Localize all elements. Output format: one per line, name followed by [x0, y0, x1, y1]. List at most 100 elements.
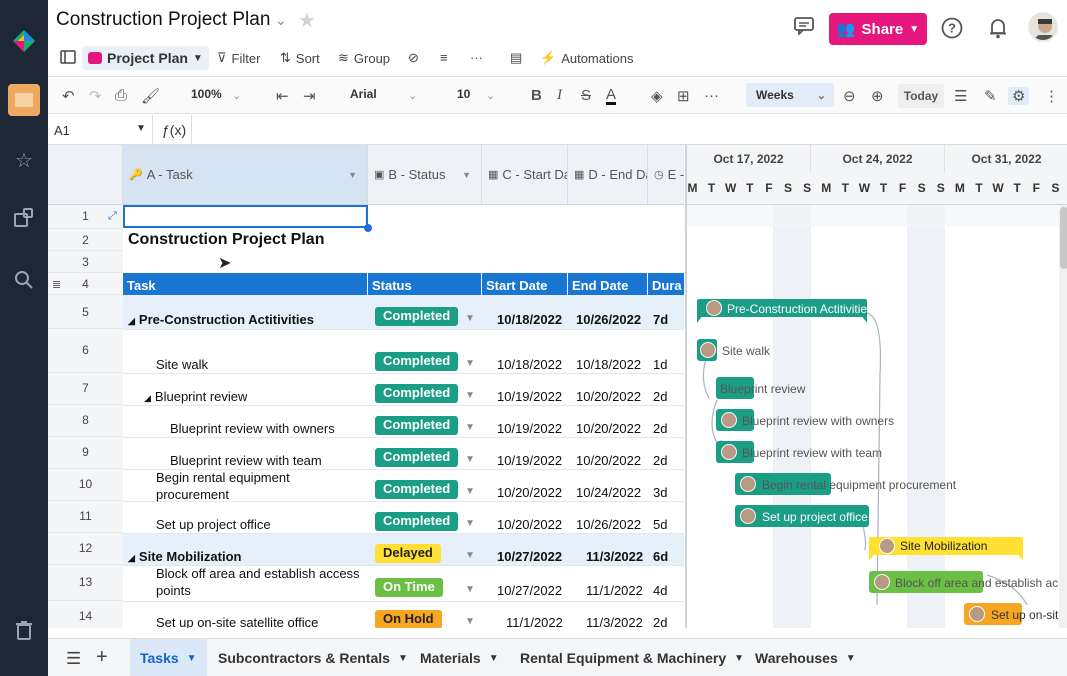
chevron-down-icon[interactable]: ⌄ — [408, 89, 417, 102]
user-avatar[interactable] — [1028, 12, 1058, 42]
row-number[interactable]: 2 — [48, 229, 123, 251]
row-number[interactable]: 5 — [48, 295, 123, 329]
settings-gear-icon[interactable]: ⚙ — [1008, 87, 1030, 105]
chevron-down-icon[interactable]: ▼ — [465, 550, 475, 561]
filter-button[interactable]: ⊽ Filter — [217, 50, 260, 66]
print-icon[interactable]: ⎙ — [115, 87, 127, 104]
expand-row-icon[interactable]: ⤢ — [108, 210, 117, 223]
start-date-cell[interactable]: 10/18/2022 — [497, 312, 562, 327]
header-duration[interactable]: Dura — [648, 273, 684, 295]
start-date-cell[interactable]: 10/20/2022 — [497, 485, 562, 500]
strikethrough-icon[interactable]: S — [581, 87, 591, 104]
task-cell-line2[interactable]: procurement — [156, 487, 229, 502]
undo-icon[interactable]: ↶ — [62, 87, 75, 105]
format-painter-icon[interactable]: 🖌 — [141, 87, 160, 105]
cell-reference[interactable]: A1 — [54, 123, 70, 138]
fill-handle[interactable] — [364, 224, 372, 232]
column-header-end-date[interactable]: ▦ D - End Da — [568, 145, 648, 205]
duration-cell[interactable]: 2d — [653, 389, 667, 404]
chevron-down-icon[interactable]: ⌄ — [275, 12, 287, 29]
collapse-triangle-icon[interactable]: ◢ — [128, 553, 135, 563]
end-date-cell[interactable]: 10/26/2022 — [576, 312, 641, 327]
smartsheet-logo-icon[interactable] — [0, 28, 48, 54]
chevron-down-icon[interactable]: ▼ — [465, 454, 475, 465]
header-start-date[interactable]: Start Date — [482, 273, 568, 295]
header-task[interactable]: Task — [123, 273, 368, 295]
duration-cell[interactable]: 1d — [653, 357, 667, 372]
chevron-down-icon[interactable]: ▼ — [465, 518, 475, 529]
favorites-star-icon[interactable]: ☆ — [0, 148, 48, 173]
start-date-cell[interactable]: 10/27/2022 — [497, 583, 562, 598]
column-header-status[interactable]: ▣ B - Status ▼ — [368, 145, 482, 205]
status-badge[interactable]: Completed — [375, 384, 459, 403]
tab-warehouses[interactable]: Warehouses ▼ — [745, 639, 866, 676]
row-number[interactable]: 9 — [48, 437, 123, 469]
status-badge[interactable]: Completed — [375, 307, 459, 326]
task-cell[interactable]: ◢ Blueprint review — [144, 389, 247, 404]
share-button[interactable]: 👥 Share ▼ — [829, 13, 927, 45]
chevron-down-icon[interactable]: ▼ — [465, 486, 475, 497]
status-badge[interactable]: Completed — [375, 416, 459, 435]
start-date-cell[interactable]: 10/27/2022 — [497, 549, 562, 564]
zoom-out-icon[interactable]: ⊖ — [843, 87, 856, 105]
bold-icon[interactable]: B — [531, 87, 542, 104]
chevron-down-icon[interactable]: ▼ — [465, 390, 475, 401]
task-cell-line2[interactable]: points — [156, 583, 191, 598]
more-vertical-icon[interactable]: ⋮ — [1044, 87, 1059, 105]
duration-cell[interactable]: 2d — [653, 615, 667, 628]
zoom-select[interactable]: 100% — [191, 87, 222, 101]
start-date-cell[interactable]: 11/1/2022 — [506, 615, 563, 628]
favorite-star-icon[interactable]: ★ — [298, 8, 316, 33]
brush-icon[interactable]: ✎ — [984, 87, 997, 105]
end-date-cell[interactable]: 10/24/2022 — [576, 485, 641, 500]
scrollbar-thumb[interactable] — [1060, 207, 1067, 269]
tab-rental-equipment[interactable]: Rental Equipment & Machinery ▼ — [510, 639, 754, 676]
status-badge[interactable]: Completed — [375, 512, 459, 531]
end-date-cell[interactable]: 11/3/2022 — [586, 615, 643, 628]
chevron-down-icon[interactable]: ⌄ — [486, 89, 495, 102]
sheet-heading[interactable]: Construction Project Plan — [128, 231, 324, 249]
end-date-cell[interactable]: 10/18/2022 — [576, 357, 641, 372]
text-color-icon[interactable]: A — [606, 87, 617, 105]
tab-materials[interactable]: Materials ▼ — [410, 639, 509, 676]
sort-button[interactable]: ⇅ Sort — [280, 50, 320, 66]
task-cell[interactable]: ◢ Pre-Construction Actitivities — [128, 312, 314, 327]
tab-subcontractors-rentals[interactable]: Subcontractors & Rentals ▼ — [208, 639, 418, 676]
selected-cell-a1[interactable] — [123, 205, 368, 228]
row-number[interactable]: 3 — [48, 251, 123, 273]
status-badge[interactable]: Completed — [375, 448, 459, 467]
outdent-icon[interactable]: ⇤ — [276, 87, 289, 105]
today-button[interactable]: Today — [898, 84, 944, 108]
chevron-down-icon[interactable]: ▼ — [465, 358, 475, 369]
task-cell[interactable]: Set up on-site satellite office — [156, 615, 318, 628]
task-cell[interactable]: Site walk — [156, 357, 208, 372]
row-number[interactable]: 13 — [48, 565, 123, 601]
duration-cell[interactable]: 2d — [653, 421, 667, 436]
chevron-down-icon[interactable]: ⌄ — [232, 89, 241, 102]
duration-cell[interactable]: 2d — [653, 453, 667, 468]
search-icon[interactable] — [0, 270, 48, 290]
end-date-cell[interactable]: 10/20/2022 — [576, 453, 641, 468]
column-header-start-date[interactable]: ▦ C - Start Da — [482, 145, 568, 205]
header-end-date[interactable]: End Date — [568, 273, 648, 295]
task-cell[interactable]: Blueprint review with owners — [170, 421, 335, 436]
italic-icon[interactable]: I — [557, 87, 562, 104]
status-badge[interactable]: Completed — [375, 480, 459, 499]
help-icon[interactable]: ? — [941, 17, 963, 44]
chevron-down-icon[interactable]: ▼ — [465, 313, 475, 324]
apps-icon[interactable] — [0, 208, 48, 228]
row-number[interactable]: 12 — [48, 533, 123, 565]
row-number[interactable]: 11 — [48, 501, 123, 533]
redo-icon[interactable]: ↷ — [89, 87, 102, 105]
indent-icon[interactable]: ⇥ — [303, 87, 316, 105]
zoom-in-icon[interactable]: ⊕ — [871, 87, 884, 105]
row-number[interactable]: 6 — [48, 329, 123, 373]
row-number[interactable]: 7 — [48, 373, 123, 405]
end-date-cell[interactable]: 11/3/2022 — [586, 549, 643, 564]
task-cell[interactable]: Set up project office — [156, 517, 271, 532]
duration-cell[interactable]: 6d — [653, 549, 668, 564]
gantt-view-icon[interactable]: ☰ — [954, 87, 967, 105]
row-number[interactable]: 8 — [48, 405, 123, 437]
sheet-title[interactable]: Construction Project Plan — [56, 9, 270, 31]
more-formatting-icon[interactable]: ··· — [704, 87, 719, 104]
